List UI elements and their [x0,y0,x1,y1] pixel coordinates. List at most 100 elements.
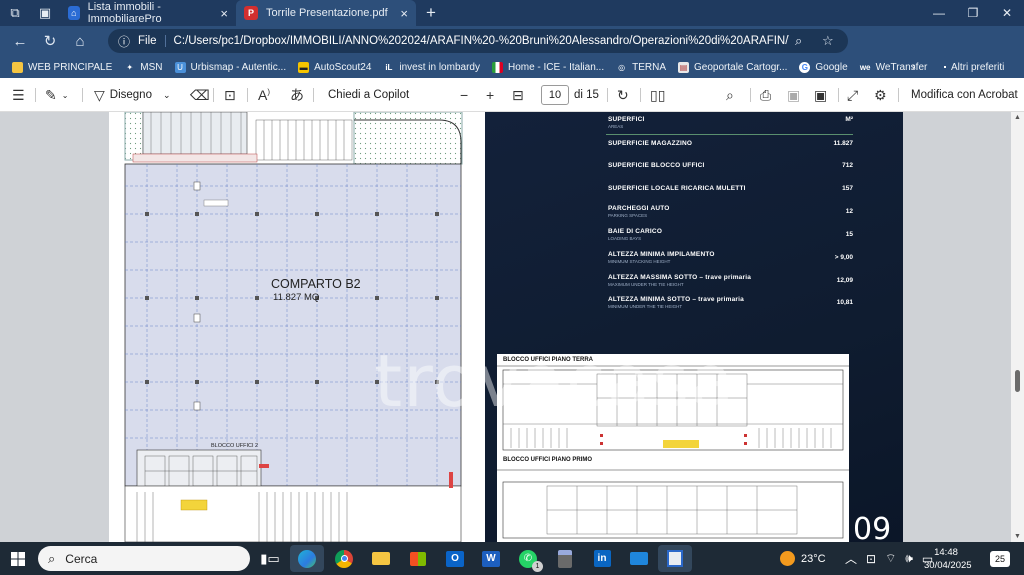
spec-row: SUPERFICIE MAGAZZINO 11.827 [608,140,853,147]
restore-icon[interactable]: ❐ [956,0,990,26]
close-tab-icon[interactable]: × [400,6,408,21]
autoscout-icon: ▬ [298,61,310,73]
read-aloud-icon[interactable]: A) [258,78,270,112]
url-text[interactable]: C:/Users/pc1/Dropbox/IMMOBILI/ANNO%20202… [174,35,789,47]
text-box-icon[interactable]: ⊡ [224,78,236,112]
volume-icon[interactable]: 🕪 [905,551,913,566]
minimize-icon[interactable]: — [922,0,956,26]
scroll-down-icon[interactable]: ▼ [1014,533,1021,540]
search-icon[interactable]: ⌕ [726,78,734,112]
whatsapp-icon[interactable]: ✆ 1 [511,545,545,572]
bookmark-terna[interactable]: ◎ TERNA [610,62,672,73]
print-icon[interactable]: ⎙ [760,78,771,112]
zoom-in-icon[interactable]: + [486,78,494,112]
bookmark-altri-preferiti[interactable]: Altri preferiti [944,56,1004,78]
notification-center[interactable]: 25 [990,542,1010,575]
draw-label: Disegno [109,89,152,101]
mail-icon[interactable] [622,545,656,572]
browser-titlebar: ⧉ ▣ ⌂ Lista immobili - ImmobiliarePro × … [0,0,1024,26]
chevron-up-icon[interactable]: ︿ [845,550,857,567]
zoom-icon[interactable]: ⌕ [795,33,802,49]
tab-torrile-pdf[interactable]: P Torrile Presentazione.pdf × [236,0,416,26]
save-icon[interactable]: ▣ [787,78,800,112]
notification-badge: 25 [990,550,1010,567]
pdf-viewport[interactable]: COMPARTO B2 11.827 MQ BLOCCO UFFICI 2 SU… [0,112,1024,542]
warehouse-floor-plan [109,112,485,542]
refresh-icon[interactable]: ↻ [35,26,65,56]
home-icon: ⌂ [68,6,80,20]
new-tab-icon[interactable]: + [416,0,446,26]
folder-icon [12,61,23,73]
pdf-app-icon[interactable] [658,545,692,572]
scroll-thumb[interactable] [1015,370,1020,392]
spec-row: SUPERFICIE BLOCCO UFFICI 712 [608,162,853,169]
windows-taskbar: ⌕ Cerca ▮▭ O W ✆ 1 in 23°C ︿ ⊡ ⌔ 🕪 ▭ 14:4… [0,542,1024,575]
tab-title: Torrile Presentazione.pdf [266,7,388,19]
settings-gear-icon[interactable]: ⚙ [874,78,887,112]
windows-start-icon[interactable] [0,542,36,575]
contents-icon[interactable]: ☰ [12,78,25,112]
fullscreen-icon[interactable]: ⤢ [847,78,858,112]
meet-icon[interactable]: ⊡ [866,552,876,566]
spec-row: SUPERFICIE LOCALE RICARICA MULETTI 157 [608,185,853,192]
back-icon[interactable]: ← [5,26,35,56]
edit-with-acrobat-button[interactable]: Modifica con Acrobat [911,78,1018,112]
zoom-out-icon[interactable]: − [460,78,468,112]
highlight-icon[interactable]: ✎ ⌄ [45,78,68,112]
word-icon[interactable]: W [474,545,508,572]
spec-row: ALTEZZA MINIMA SOTTO – trave primaria MI… [608,296,853,309]
bookmark-wetransfer[interactable]: we WeTransfer [854,62,934,73]
info-icon[interactable]: ⓘ [118,33,130,50]
store-icon[interactable] [401,545,435,572]
page-total: di 15 [574,89,599,101]
ask-copilot-button[interactable]: Chiedi a Copilot [328,78,409,112]
close-tab-icon[interactable]: × [220,6,228,21]
fit-page-icon[interactable]: ⊟ [512,78,524,112]
translate-icon[interactable]: あ [290,78,304,112]
taskbar-clock[interactable]: 14:48 30/04/2025 [924,546,972,572]
whatsapp-badge: 1 [532,560,543,572]
outlook-icon[interactable]: O [438,545,472,572]
comparto-area: 11.827 MQ [273,292,320,303]
page-number-input[interactable]: 10 [541,85,569,105]
scroll-up-icon[interactable]: ▲ [1014,114,1021,121]
save-as-icon[interactable]: ▣ [814,78,827,112]
chrome-icon[interactable] [327,545,361,572]
bookmark-web-principale[interactable]: WEB PRINCIPALE [6,61,118,73]
search-icon: ⌕ [48,550,56,566]
task-view-icon[interactable]: ▮▭ [253,545,287,572]
wifi-icon[interactable]: ⌔ [885,551,896,566]
page-view-icon[interactable]: ▯▯ [650,78,665,112]
chevron-right-icon[interactable]: › [912,56,916,78]
draw-tool[interactable]: ▽ Disegno ⌄ [94,78,171,112]
file-explorer-icon[interactable] [364,545,398,572]
bookmark-autoscout24[interactable]: ▬ AutoScout24 [292,61,377,73]
bookmark-geoportale[interactable]: ▤ Geoportale Cartogr... [672,61,793,73]
calculator-icon[interactable] [548,545,582,572]
bookmark-invest-lombardy[interactable]: iL invest in lombardy [377,62,486,73]
taskbar-search[interactable]: ⌕ Cerca [38,546,250,571]
favorite-star-icon[interactable]: ☆ [822,33,834,49]
edge-icon[interactable] [290,545,324,572]
plan-first-title: BLOCCO UFFICI PIANO PRIMO [503,457,592,463]
page-number-label: 09 [853,512,892,542]
tab-lista-immobili[interactable]: ⌂ Lista immobili - ImmobiliarePro × [60,0,236,26]
weather-widget[interactable]: 23°C [780,542,826,575]
pdf-toolbar: ☰ ✎ ⌄ ▽ Disegno ⌄ ⌫ ⊡ A) あ Chiedi a Copilot… [0,78,1024,112]
bookmark-urbismap[interactable]: U Urbismap - Autentic... [169,61,293,73]
bookmark-msn[interactable]: ✦ MSN [118,62,168,73]
linkedin-icon[interactable]: in [585,545,619,572]
close-window-icon[interactable]: ✕ [990,0,1024,26]
eraser-icon[interactable]: ⌫ [190,78,210,112]
home-button-icon[interactable]: ⌂ [65,26,95,56]
bookmark-google[interactable]: G Google [793,61,853,73]
workspaces-icon[interactable]: ⧉ [0,0,30,26]
address-bar[interactable]: ⓘ File C:/Users/pc1/Dropbox/IMMOBILI/ANN… [108,29,848,53]
bookmark-ice[interactable]: Home - ICE - Italian... [486,61,610,73]
comparto-title: COMPARTO B2 [271,277,361,291]
google-icon: G [799,61,811,73]
tab-actions-icon[interactable]: ▣ [30,0,60,26]
vertical-scrollbar[interactable]: ▲ ▼ [1011,112,1024,542]
chevron-down-icon[interactable]: ⌄ [163,90,171,101]
rotate-icon[interactable]: ↻ [617,78,629,112]
